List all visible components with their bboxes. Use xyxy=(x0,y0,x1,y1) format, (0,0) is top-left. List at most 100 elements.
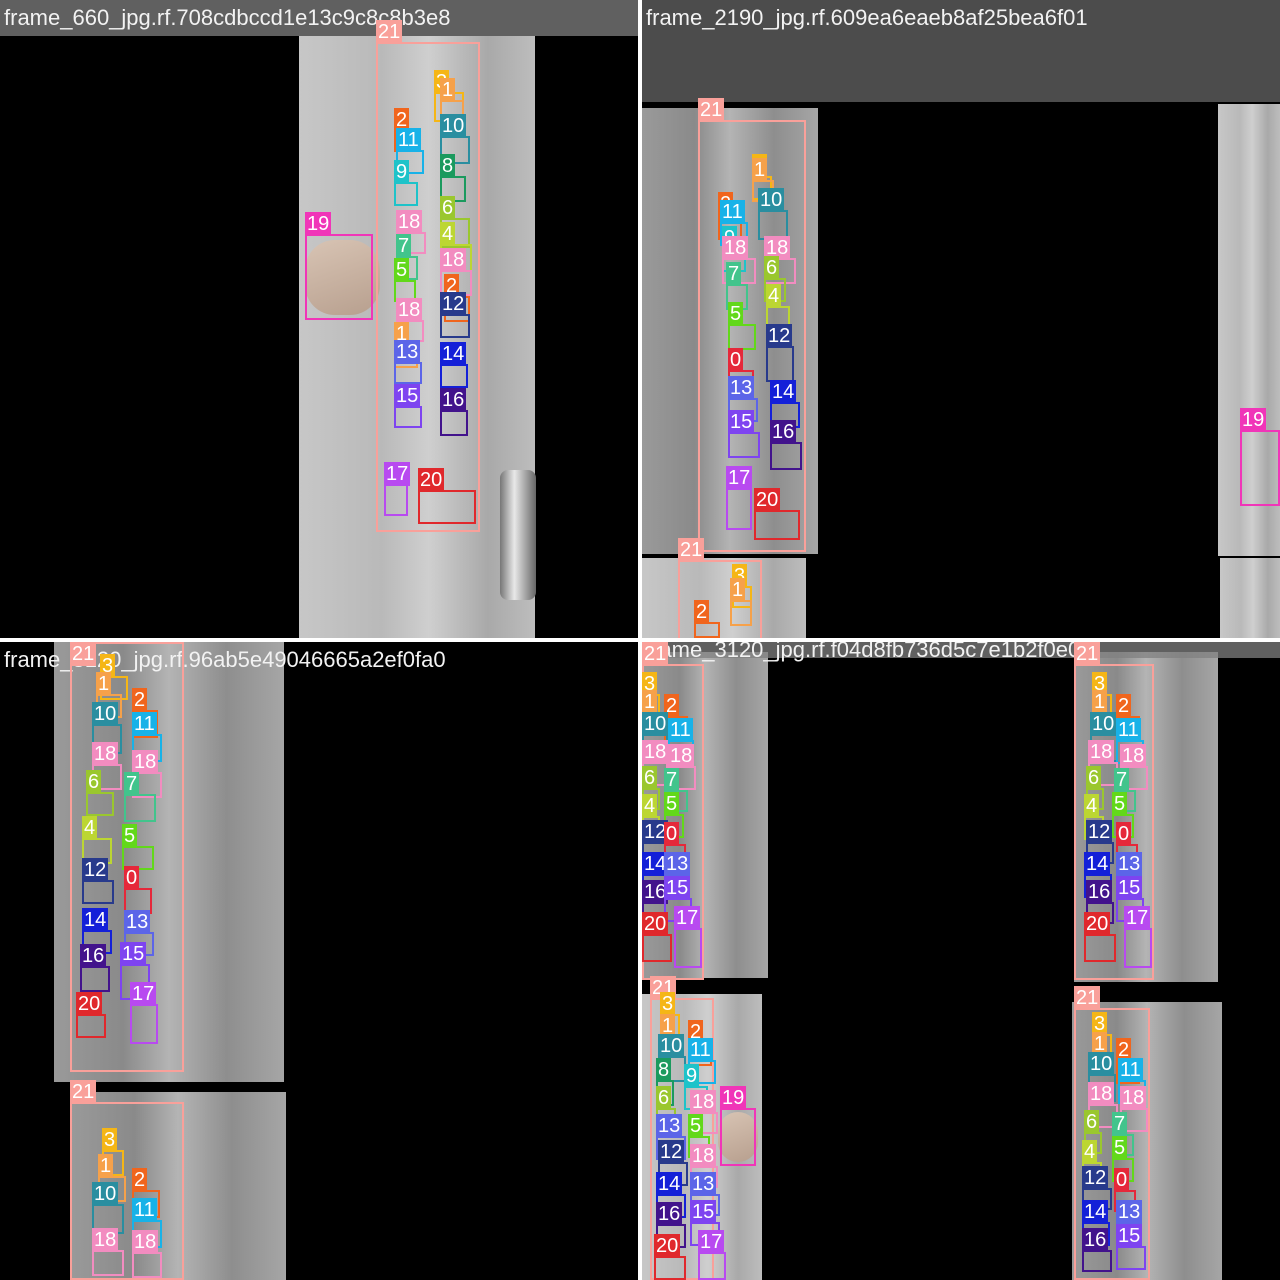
class-label: 16 xyxy=(80,944,107,968)
class-label: 2 xyxy=(132,1168,148,1192)
bounding-box xyxy=(384,484,408,516)
class-label: 15 xyxy=(120,942,147,966)
class-label: 21 xyxy=(678,538,705,562)
class-label: 15 xyxy=(664,876,691,900)
bounding-box xyxy=(726,488,752,530)
tile-title: frame_3120_jpg.rf.f04d8fb736d5c7e1b2f0e0 xyxy=(642,642,1280,661)
class-label: 21 xyxy=(1074,642,1101,666)
class-label: 7 xyxy=(726,262,742,286)
bounding-box xyxy=(440,364,468,388)
bounding-box xyxy=(674,928,702,968)
class-label: 15 xyxy=(394,384,421,408)
class-label: 7 xyxy=(664,768,680,792)
class-label: 14 xyxy=(656,1172,683,1196)
class-label: 10 xyxy=(758,188,785,212)
class-label: 19 xyxy=(720,1086,747,1110)
class-label: 18 xyxy=(690,1144,717,1168)
class-label: 20 xyxy=(76,992,103,1016)
class-label: 1 xyxy=(98,1154,114,1178)
class-label: 10 xyxy=(92,702,119,726)
class-label: 17 xyxy=(1124,906,1151,930)
bounding-box xyxy=(76,1014,106,1038)
class-label: 0 xyxy=(1116,822,1132,846)
class-label: 12 xyxy=(1086,820,1113,844)
class-label: 6 xyxy=(440,196,456,220)
class-label: 18 xyxy=(668,744,695,768)
class-label: 8 xyxy=(656,1058,672,1082)
mosaic-tile-3: frame_3120_jpg.rf.96ab5e49046665a2ef0fa0… xyxy=(0,642,638,1280)
class-label: 5 xyxy=(688,1114,704,1138)
class-label: 20 xyxy=(654,1234,681,1258)
bounding-box xyxy=(394,406,422,428)
class-label: 20 xyxy=(1084,912,1111,936)
class-label: 18 xyxy=(642,740,669,764)
class-label: 4 xyxy=(766,284,782,308)
bounding-box xyxy=(80,966,110,992)
class-label: 13 xyxy=(394,340,421,364)
class-label: 1 xyxy=(440,78,456,102)
bounding-box xyxy=(82,880,114,904)
bounding-box xyxy=(1116,1246,1146,1270)
class-label: 18 xyxy=(722,236,749,260)
class-label: 11 xyxy=(1118,1058,1143,1082)
class-label: 4 xyxy=(642,794,658,818)
class-label: 4 xyxy=(1082,1140,1098,1164)
class-label: 15 xyxy=(728,410,755,434)
class-label: 21 xyxy=(70,1080,97,1104)
tile-title: frame_2190_jpg.rf.609ea6eaeb8af25bea6f01 xyxy=(646,5,1088,30)
class-label: 21 xyxy=(698,98,725,122)
bounding-box xyxy=(730,600,752,626)
bounding-box xyxy=(728,324,756,350)
class-label: 1 xyxy=(730,578,746,602)
class-label: 16 xyxy=(656,1202,683,1226)
class-label: 17 xyxy=(698,1230,725,1254)
class-label: 17 xyxy=(726,466,753,490)
class-label: 2 xyxy=(1116,694,1132,718)
class-label: 18 xyxy=(1088,740,1115,764)
class-label: 12 xyxy=(440,292,467,316)
bounding-box xyxy=(394,362,422,384)
class-label: 18 xyxy=(92,742,119,766)
bounding-box xyxy=(418,490,476,524)
class-label: 17 xyxy=(130,982,157,1006)
class-label: 18 xyxy=(132,1230,159,1254)
bounding-box xyxy=(770,442,802,470)
class-label: 7 xyxy=(1114,768,1130,792)
class-label: 20 xyxy=(642,912,669,936)
tile-title: frame_660_jpg.rf.708cdbccd1e13c9c8c8b3e8 xyxy=(0,0,638,36)
class-label: 6 xyxy=(1084,1110,1100,1134)
class-label: 11 xyxy=(132,712,157,736)
class-label: 13 xyxy=(664,852,691,876)
class-label: 14 xyxy=(440,342,467,366)
class-label: 18 xyxy=(1120,1086,1147,1110)
class-label: 11 xyxy=(688,1038,713,1062)
mosaic-tile-2: frame_2190_jpg.rf.609ea6eaeb8af25bea6f01… xyxy=(642,0,1280,638)
bounding-box xyxy=(728,432,760,458)
class-label: 15 xyxy=(1116,876,1143,900)
class-label: 11 xyxy=(1116,718,1141,742)
class-label: 1 xyxy=(96,672,112,696)
class-label: 20 xyxy=(418,468,445,492)
class-label: 14 xyxy=(82,908,109,932)
class-label: 8 xyxy=(440,154,456,178)
class-label: 16 xyxy=(770,420,797,444)
bounding-box xyxy=(754,510,800,540)
bounding-box xyxy=(654,1256,686,1280)
class-label: 13 xyxy=(728,376,755,400)
class-label: 18 xyxy=(690,1090,717,1114)
class-label: 7 xyxy=(1112,1112,1128,1136)
class-label: 5 xyxy=(1112,1136,1128,1160)
class-label: 6 xyxy=(642,766,658,790)
class-label: 10 xyxy=(440,114,467,138)
bounding-box xyxy=(394,182,418,206)
class-label: 5 xyxy=(664,792,680,816)
class-label: 11 xyxy=(668,718,693,742)
class-label: 5 xyxy=(728,302,744,326)
class-label: 4 xyxy=(1084,794,1100,818)
class-label: 21 xyxy=(376,20,403,44)
bounding-box xyxy=(766,346,794,382)
class-label: 6 xyxy=(1086,766,1102,790)
class-label: 0 xyxy=(1114,1168,1130,1192)
class-label: 1 xyxy=(1092,690,1108,714)
bounding-box xyxy=(130,1004,158,1044)
